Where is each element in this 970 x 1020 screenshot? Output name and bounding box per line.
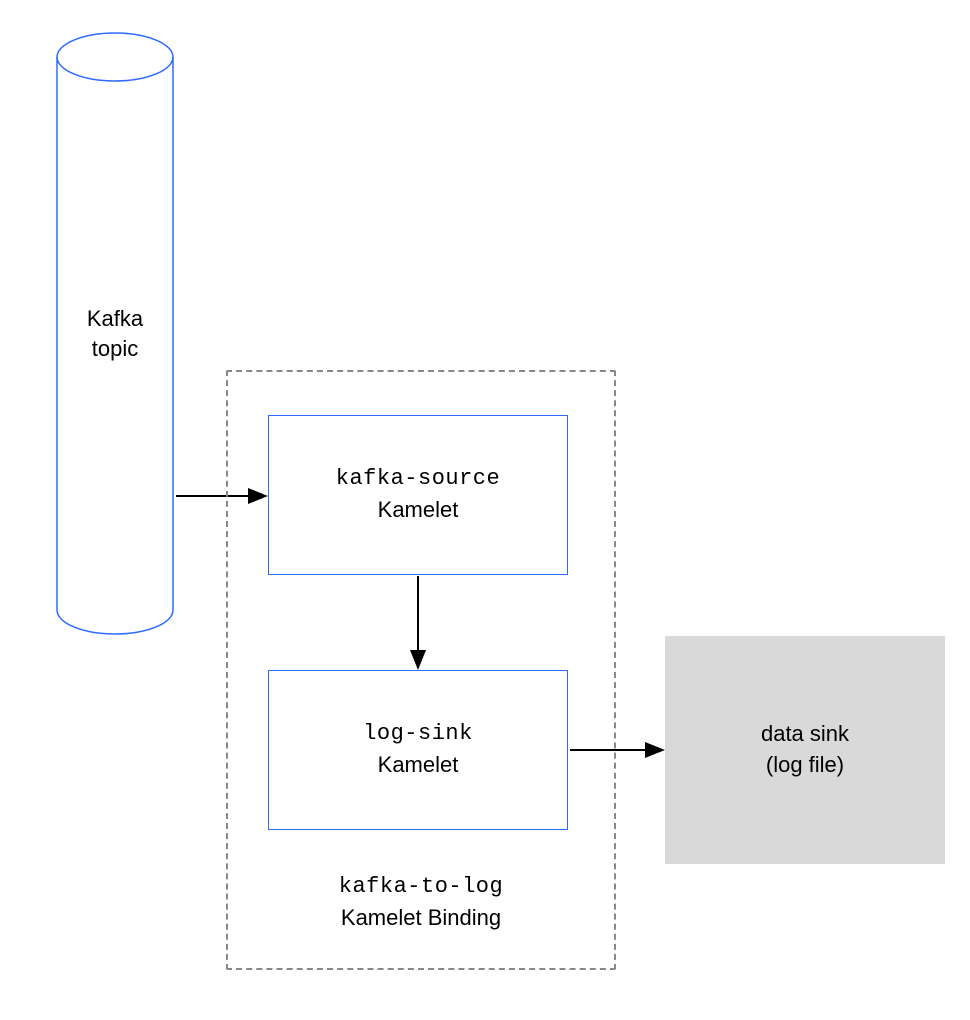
diagram-canvas: Kafka topic kafka-source Kamelet log-sin…: [0, 0, 970, 1020]
kafka-source-name: kafka-source: [336, 464, 500, 495]
binding-name: kafka-to-log: [339, 874, 503, 899]
kafka-source-type: Kamelet: [378, 495, 459, 526]
kafka-topic-label-line1: Kafka: [87, 304, 143, 334]
data-sink-label-line2: (log file): [766, 750, 844, 781]
data-sink-label-line1: data sink: [761, 719, 849, 750]
binding-label: kafka-to-log Kamelet Binding: [226, 870, 616, 934]
log-sink-type: Kamelet: [378, 750, 459, 781]
binding-type: Kamelet Binding: [341, 905, 501, 930]
log-sink-name: log-sink: [363, 719, 473, 750]
kafka-source-kamelet-box: kafka-source Kamelet: [268, 415, 568, 575]
kafka-topic-cylinder: Kafka topic: [55, 31, 175, 636]
data-sink-box: data sink (log file): [665, 636, 945, 864]
kafka-topic-label-line2: topic: [92, 334, 138, 364]
log-sink-kamelet-box: log-sink Kamelet: [268, 670, 568, 830]
